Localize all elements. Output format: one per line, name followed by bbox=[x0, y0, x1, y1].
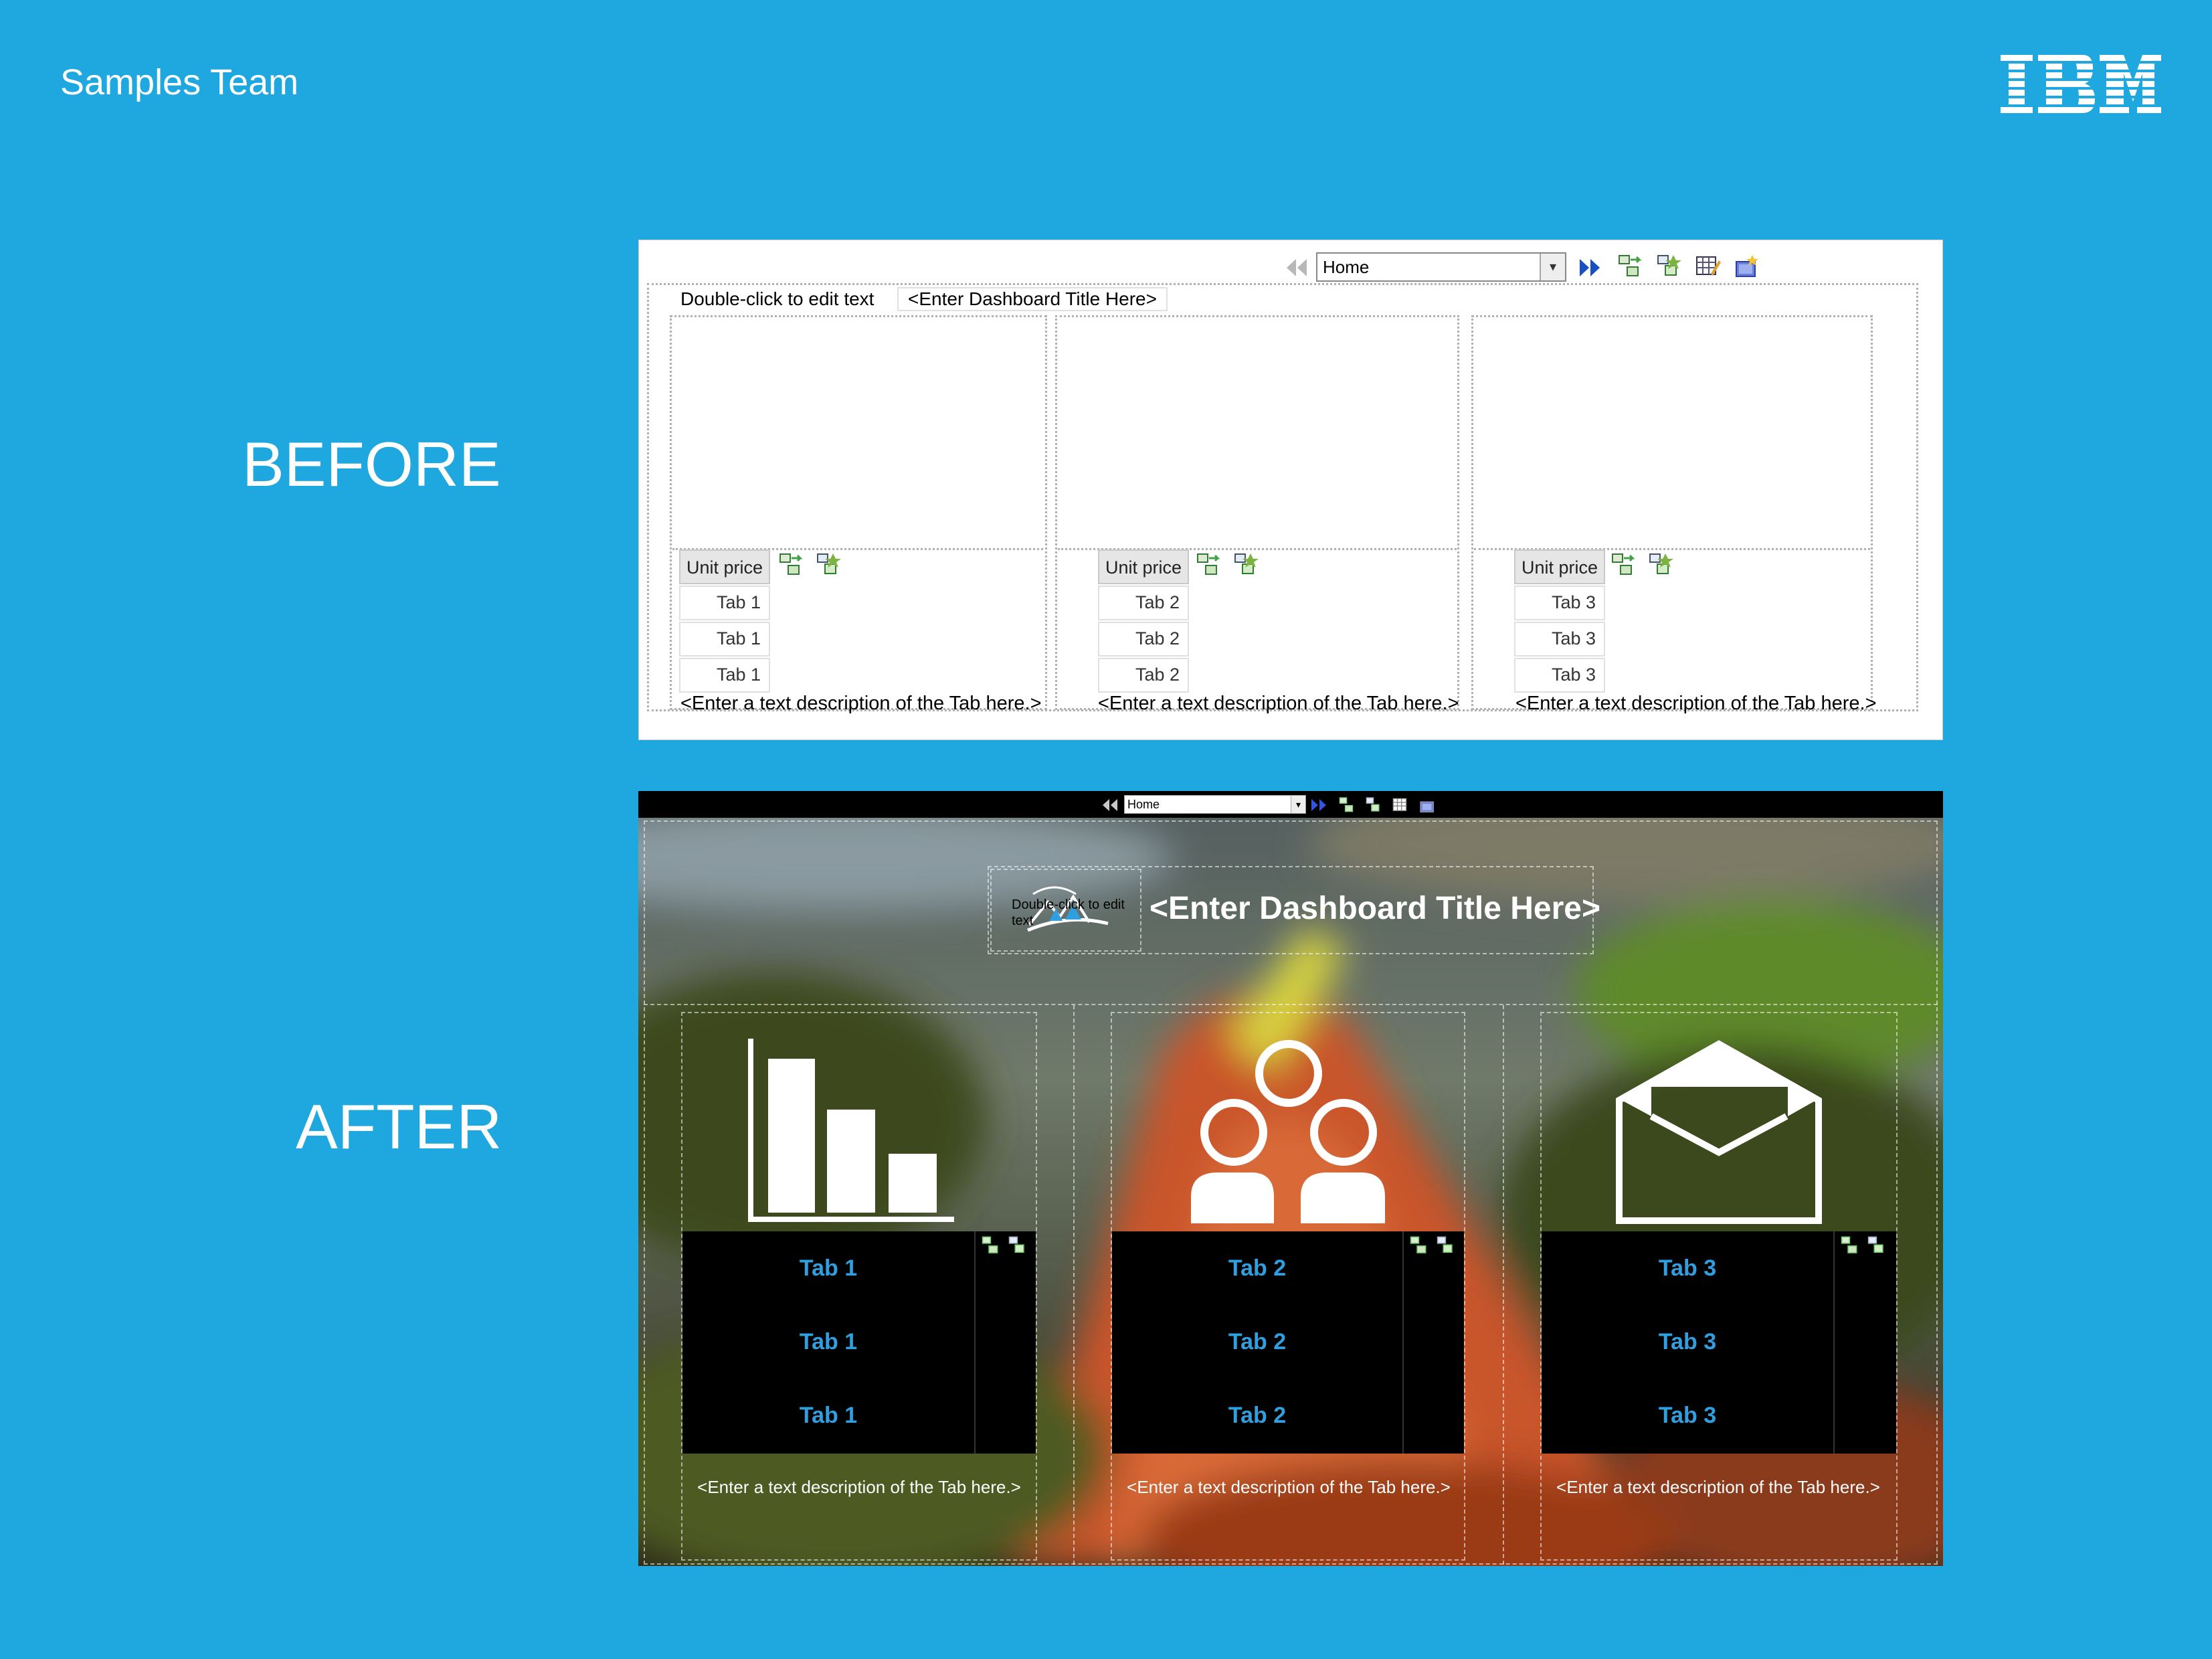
add-tab-icon[interactable] bbox=[1617, 254, 1644, 279]
tab-description[interactable]: <Enter a text description of the Tab her… bbox=[692, 1476, 1026, 1498]
table-edit-icon[interactable] bbox=[1392, 796, 1410, 814]
divider bbox=[1402, 1231, 1404, 1454]
tab-item[interactable]: Tab 1 bbox=[682, 1255, 974, 1282]
tab-item[interactable]: Tab 3 bbox=[1542, 1403, 1833, 1429]
next-icon[interactable] bbox=[1577, 256, 1602, 279]
tab-description[interactable]: <Enter a text description of the Tab her… bbox=[1121, 1476, 1456, 1498]
table-cell[interactable]: Tab 3 bbox=[1514, 586, 1605, 620]
before-label: BEFORE bbox=[242, 429, 501, 499]
edit-tab-icon[interactable] bbox=[1365, 796, 1384, 814]
table-cell[interactable]: Tab 2 bbox=[1098, 586, 1189, 620]
dashboard-title[interactable]: <Enter Dashboard Title Here> bbox=[897, 287, 1168, 311]
column-header[interactable]: Unit price bbox=[1514, 549, 1605, 584]
table-cell[interactable]: Tab 1 bbox=[679, 658, 770, 693]
tab-item[interactable]: Tab 3 bbox=[1542, 1255, 1833, 1282]
table-cell[interactable]: Tab 3 bbox=[1514, 658, 1605, 693]
dashboard-title[interactable]: <Enter Dashboard Title Here> bbox=[1149, 890, 1600, 927]
tab-description[interactable]: <Enter a text description of the Tab her… bbox=[680, 693, 1042, 715]
tab-item[interactable]: Tab 1 bbox=[682, 1403, 974, 1429]
after-screenshot: Home ▾ Double-click to edit text <Enter … bbox=[638, 791, 1943, 1566]
table-cell[interactable]: Tab 2 bbox=[1098, 658, 1189, 693]
chevron-down-icon: ▾ bbox=[1291, 796, 1305, 813]
logo-placeholder[interactable]: Double-click to edit text bbox=[990, 869, 1141, 952]
chevron-down-icon: ▾ bbox=[1540, 254, 1565, 280]
tab-table: Tab 1 Tab 1 Tab 1 bbox=[682, 1231, 1036, 1454]
add-tab-icon[interactable] bbox=[1839, 1235, 1863, 1255]
divider bbox=[1833, 1231, 1835, 1454]
envelope-icon bbox=[1616, 1040, 1822, 1224]
column-header[interactable]: Unit price bbox=[1098, 549, 1189, 584]
add-tab-icon[interactable] bbox=[1196, 552, 1222, 578]
page-select[interactable]: Home ▾ bbox=[1316, 252, 1566, 282]
tab-description[interactable]: <Enter a text description of the Tab her… bbox=[1515, 693, 1877, 715]
toolbar: Home ▾ bbox=[638, 791, 1943, 818]
logo-hint: Double-click to edit text bbox=[1012, 897, 1125, 928]
page-select-value: Home bbox=[1127, 798, 1160, 811]
edit-tab-icon[interactable] bbox=[1865, 1235, 1890, 1255]
tab-description[interactable]: <Enter a text description of the Tab her… bbox=[1551, 1476, 1885, 1498]
page-select[interactable]: Home ▾ bbox=[1124, 795, 1306, 814]
page-select-value: Home bbox=[1323, 257, 1370, 277]
table-cell[interactable]: Tab 1 bbox=[679, 622, 770, 657]
ibm-logo bbox=[2001, 55, 2161, 113]
tab-item[interactable]: Tab 2 bbox=[1112, 1403, 1402, 1429]
title-hint[interactable]: Double-click to edit text bbox=[680, 288, 874, 310]
edit-tab-icon[interactable] bbox=[1233, 552, 1260, 578]
layout-icon[interactable] bbox=[1734, 254, 1760, 279]
tab-item[interactable]: Tab 1 bbox=[682, 1329, 974, 1355]
add-tab-icon[interactable] bbox=[1338, 796, 1357, 814]
layout-icon[interactable] bbox=[1418, 796, 1437, 814]
people-icon bbox=[1191, 1040, 1385, 1223]
column-header[interactable]: Unit price bbox=[679, 549, 770, 584]
edit-tab-icon[interactable] bbox=[1656, 254, 1683, 279]
table-edit-icon[interactable] bbox=[1695, 254, 1722, 279]
table-cell[interactable]: Tab 3 bbox=[1514, 622, 1605, 657]
tab-item[interactable]: Tab 2 bbox=[1112, 1329, 1402, 1355]
add-tab-icon[interactable] bbox=[778, 552, 805, 578]
divider bbox=[1503, 1005, 1504, 1565]
divider bbox=[644, 1004, 1938, 1005]
edit-tab-icon[interactable] bbox=[1006, 1235, 1030, 1255]
add-tab-icon[interactable] bbox=[1610, 552, 1637, 578]
bar-chart-icon bbox=[748, 1039, 954, 1222]
edit-tab-icon[interactable] bbox=[1648, 552, 1675, 578]
previous-icon[interactable] bbox=[1284, 256, 1309, 279]
next-icon[interactable] bbox=[1310, 798, 1327, 812]
tab-table: Tab 3 Tab 3 Tab 3 bbox=[1542, 1231, 1896, 1454]
tab-description[interactable]: <Enter a text description of the Tab her… bbox=[1098, 693, 1459, 715]
tab-item[interactable]: Tab 3 bbox=[1542, 1329, 1833, 1355]
previous-icon[interactable] bbox=[1101, 798, 1119, 812]
divider bbox=[974, 1231, 976, 1454]
tab-item[interactable]: Tab 2 bbox=[1112, 1255, 1402, 1282]
table-cell[interactable]: Tab 2 bbox=[1098, 622, 1189, 657]
tab-table: Tab 2 Tab 2 Tab 2 bbox=[1112, 1231, 1464, 1454]
edit-tab-icon[interactable] bbox=[816, 552, 842, 578]
team-label: Samples Team bbox=[60, 62, 299, 102]
add-tab-icon[interactable] bbox=[980, 1235, 1004, 1255]
table-cell[interactable]: Tab 1 bbox=[679, 586, 770, 620]
before-screenshot: Home ▾ Double-click to edit text <Enter … bbox=[638, 240, 1943, 740]
divider bbox=[1073, 1005, 1075, 1565]
add-tab-icon[interactable] bbox=[1408, 1235, 1432, 1255]
after-label: AFTER bbox=[296, 1092, 502, 1162]
edit-tab-icon[interactable] bbox=[1435, 1235, 1459, 1255]
